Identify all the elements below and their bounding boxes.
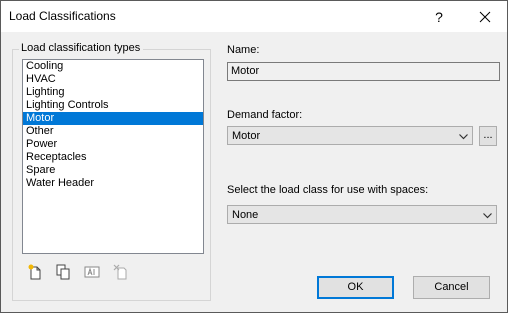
list-item[interactable]: Power — [23, 138, 203, 151]
name-label: Name: — [227, 44, 260, 56]
chevron-down-icon — [458, 127, 468, 146]
list-item[interactable]: Spare — [23, 164, 203, 177]
list-item[interactable]: Receptacles — [23, 151, 203, 164]
delete-type-button[interactable] — [112, 263, 130, 281]
new-type-button[interactable] — [26, 263, 44, 281]
demand-factor-value: Motor — [232, 130, 261, 142]
title-bar: Load Classifications ? — [1, 1, 507, 32]
list-item[interactable]: Lighting — [23, 86, 203, 99]
list-item[interactable]: Lighting Controls — [23, 99, 203, 112]
space-load-class-label: Select the load class for use with space… — [227, 184, 429, 196]
ok-button[interactable]: OK — [317, 276, 394, 299]
list-item[interactable]: Other — [23, 125, 203, 138]
name-field[interactable]: Motor — [227, 62, 500, 81]
demand-factor-select[interactable]: Motor — [227, 126, 473, 145]
list-item[interactable]: Motor — [23, 112, 203, 125]
cancel-button[interactable]: Cancel — [413, 276, 490, 299]
demand-factor-browse-button[interactable]: ... — [479, 126, 497, 146]
load-classifications-dialog: Load Classifications ? Load classificati… — [0, 0, 508, 313]
dialog-title: Load Classifications — [9, 9, 116, 23]
close-button[interactable] — [463, 1, 507, 32]
duplicate-type-button[interactable] — [54, 263, 72, 281]
new-icon — [28, 264, 41, 280]
list-item[interactable]: Cooling — [23, 60, 203, 73]
space-load-class-select[interactable]: None — [227, 205, 497, 224]
close-icon — [479, 11, 491, 22]
list-item[interactable]: Water Header — [23, 177, 203, 190]
load-types-legend: Load classification types — [19, 42, 144, 54]
delete-icon — [113, 264, 127, 280]
rename-icon — [84, 266, 100, 278]
chevron-down-icon — [482, 206, 492, 225]
list-item[interactable]: HVAC — [23, 73, 203, 86]
demand-factor-label: Demand factor: — [227, 109, 303, 121]
rename-type-button[interactable] — [83, 263, 101, 281]
space-load-class-value: None — [232, 209, 259, 221]
help-button[interactable]: ? — [417, 1, 461, 32]
load-types-list[interactable]: Cooling HVAC Lighting Lighting Controls Moto… — [22, 59, 204, 254]
duplicate-icon — [56, 264, 70, 280]
